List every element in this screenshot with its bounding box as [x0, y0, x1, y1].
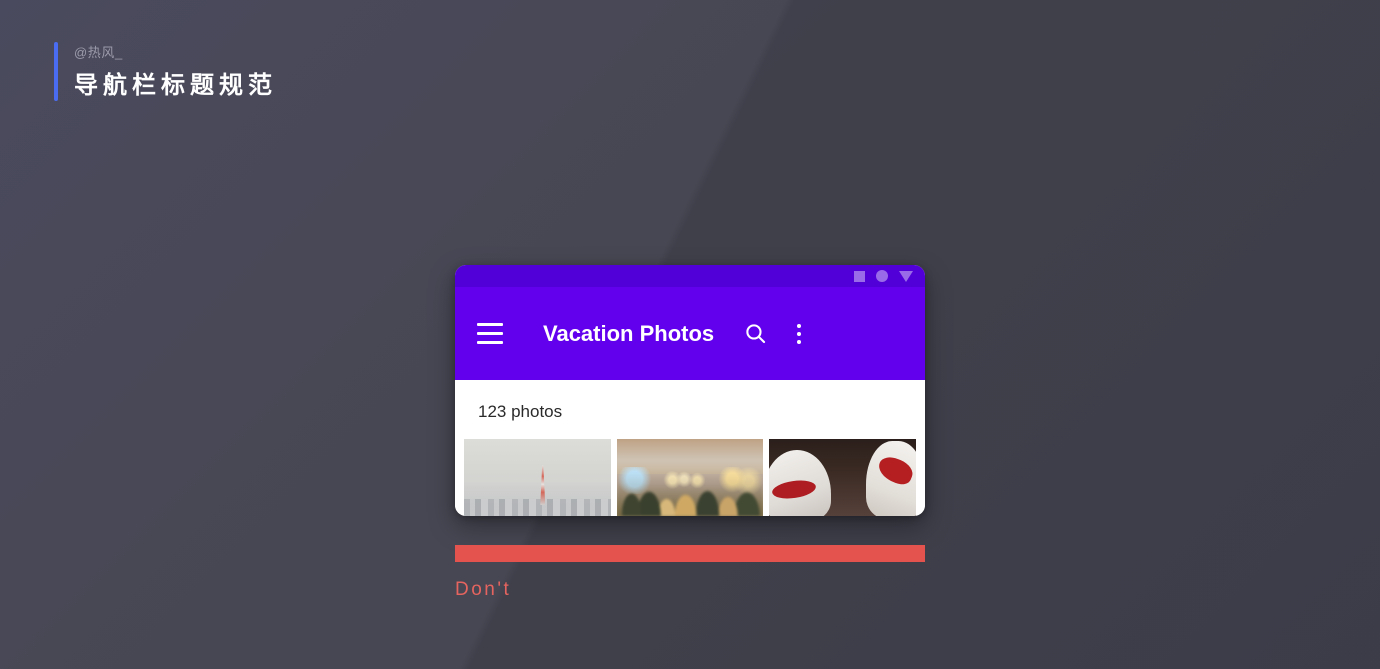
photo-thumbnail-tokyo-tower-skyline[interactable] — [464, 439, 611, 516]
menu-bar-2 — [477, 332, 503, 335]
dont-label: Don't — [455, 579, 512, 600]
phone-mockup-card: Vacation Photos 123 photos — [455, 265, 925, 516]
square-icon — [854, 270, 865, 282]
overflow-menu-icon[interactable] — [777, 312, 821, 356]
photo-thumbnail-strip — [455, 439, 925, 516]
photo-thumbnail-crowd-with-lights[interactable] — [616, 439, 764, 516]
circle-icon — [876, 270, 888, 282]
hamburger-menu-icon[interactable] — [477, 319, 507, 349]
app-bar: Vacation Photos — [455, 287, 925, 380]
overflow-dot-2 — [797, 331, 801, 336]
thumb-crowd — [616, 469, 764, 516]
dont-indicator-bar — [455, 545, 925, 562]
search-icon[interactable] — [733, 312, 777, 356]
photo-count-label: 123 photos — [478, 402, 563, 421]
overflow-dot-1 — [797, 323, 801, 328]
thumb-skyline — [464, 499, 611, 516]
overflow-dots — [797, 323, 801, 344]
triangle-down-icon — [899, 270, 913, 282]
status-bar — [455, 265, 925, 287]
menu-bar-1 — [477, 323, 503, 326]
photo-thumbnail-white-shapes-red-accent[interactable] — [769, 439, 917, 516]
header-block: @热风_ 导航栏标题规范 — [54, 42, 277, 101]
page-title: 导航栏标题规范 — [74, 72, 277, 99]
app-bar-title: Vacation Photos — [543, 320, 715, 346]
content-area: 123 photos — [455, 380, 925, 516]
author-handle: @热风_ — [74, 45, 123, 60]
accent-bar — [54, 42, 58, 101]
menu-bar-3 — [477, 341, 503, 344]
header-text-group: @热风_ 导航栏标题规范 — [74, 42, 277, 101]
overflow-dot-3 — [797, 339, 801, 344]
